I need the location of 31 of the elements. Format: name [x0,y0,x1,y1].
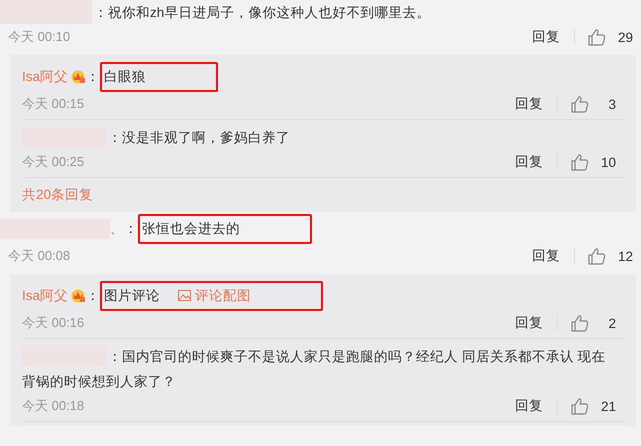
reply-link[interactable]: 回复 [532,247,560,265]
reply-link[interactable]: 回复 [515,95,543,113]
comment-time: 今天 00:10 [8,28,72,46]
like-count: 12 [617,248,633,264]
reply-link[interactable]: 回复 [532,28,560,46]
like-count: 29 [617,30,633,44]
thumbs-up-icon[interactable] [587,246,607,266]
comment-text: 张恒也会进去的 [142,221,240,236]
reply-link[interactable]: 回复 [515,397,543,415]
thumbs-up-icon[interactable] [587,28,607,46]
comment-text: 白眼狼 [104,69,146,84]
colon: ： [86,288,100,303]
thumbs-up-icon[interactable] [570,314,590,332]
comment-time: 今天 00:08 [8,247,72,265]
like-count: 3 [607,96,616,112]
like-count: 10 [600,154,616,170]
thumbs-up-icon[interactable] [570,94,590,114]
like-count: 21 [600,398,616,414]
thumbs-up-icon[interactable] [570,396,590,416]
colon: ： [86,69,100,84]
comment-time: 今天 00:25 [22,153,86,171]
reply-link[interactable]: 回复 [515,153,543,171]
comment-time: 今天 00:18 [22,397,86,415]
thumbs-up-icon[interactable] [570,152,590,172]
reply-link[interactable]: 回复 [515,314,543,332]
like-count: 2 [607,316,616,330]
comment-text: 图片评论 [104,288,160,303]
picture-icon [178,290,192,301]
comment-time: 今天 00:16 [22,314,86,332]
comment-time: 今天 00:15 [22,95,86,113]
colon: ： [124,221,138,236]
